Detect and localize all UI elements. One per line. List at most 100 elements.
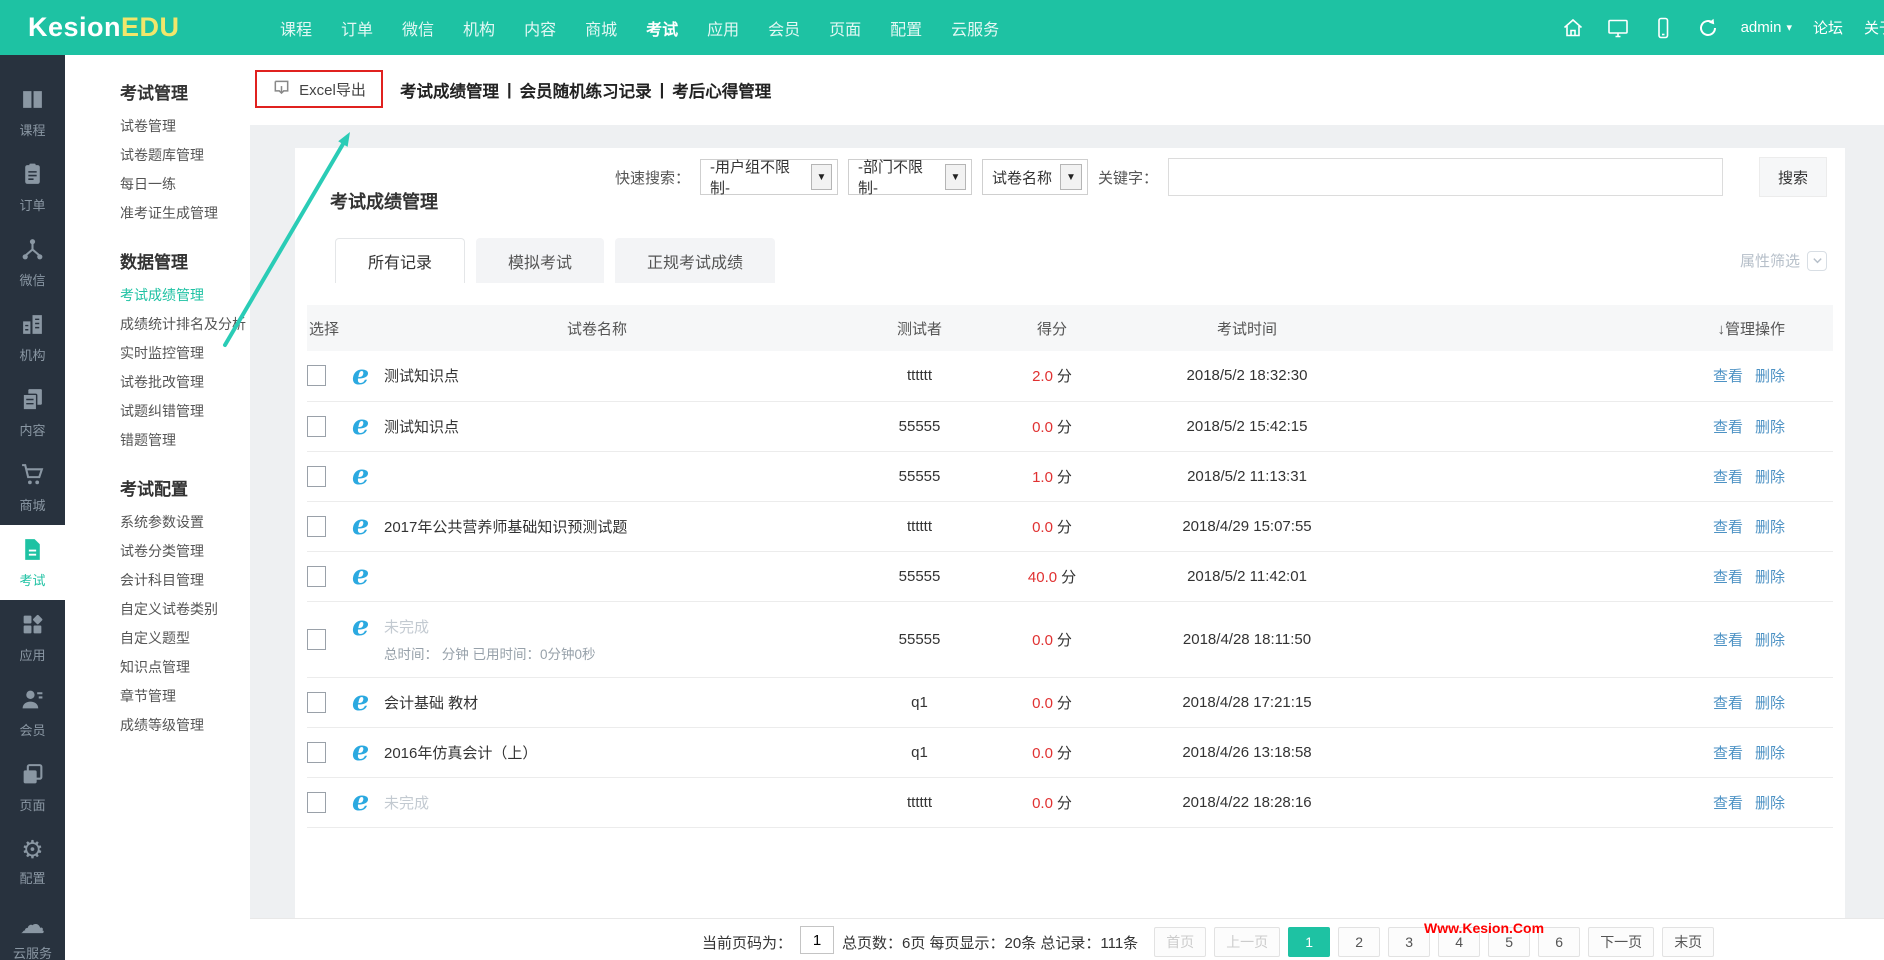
breadcrumb-random-practice[interactable]: 会员随机练习记录 [520, 78, 652, 102]
menu-item-knowledge-points[interactable]: 知识点管理 [65, 653, 250, 682]
delete-link[interactable]: 删除 [1755, 519, 1785, 536]
next-page-button[interactable]: 下一页 [1588, 927, 1655, 957]
admin-menu[interactable]: admin ▾ [1741, 19, 1792, 36]
refresh-icon[interactable] [1696, 16, 1720, 40]
row-checkbox[interactable] [307, 565, 326, 587]
paper-name[interactable]: 测试知识点 [384, 365, 459, 386]
row-checkbox[interactable] [307, 628, 326, 650]
sidebar-item-members[interactable]: 会员 [0, 675, 65, 750]
col-header-manage[interactable]: ↓管理操作 [1387, 305, 1833, 351]
row-checkbox[interactable] [307, 465, 326, 487]
view-link[interactable]: 查看 [1713, 419, 1743, 436]
view-link[interactable]: 查看 [1713, 469, 1743, 486]
view-link[interactable]: 查看 [1713, 695, 1743, 712]
sidebar-item-orders[interactable]: 订单 [0, 150, 65, 225]
top-nav-mall[interactable]: 商城 [585, 16, 617, 40]
desktop-icon[interactable] [1606, 16, 1630, 40]
top-nav-apps[interactable]: 应用 [707, 16, 739, 40]
search-button[interactable]: 搜索 [1759, 157, 1827, 197]
top-nav-members[interactable]: 会员 [768, 16, 800, 40]
view-link[interactable]: 查看 [1713, 519, 1743, 536]
excel-export-button[interactable]: Excel导出 [272, 77, 366, 101]
paper-name[interactable]: 2016年仿真会计（上） [384, 742, 537, 763]
top-nav-org[interactable]: 机构 [463, 16, 495, 40]
page-button-2[interactable]: 2 [1338, 927, 1381, 957]
menu-item-realtime-monitor[interactable]: 实时监控管理 [65, 339, 250, 368]
row-checkbox[interactable] [307, 791, 326, 813]
view-link[interactable]: 查看 [1713, 795, 1743, 812]
tab-mock-exams[interactable]: 模拟考试 [476, 238, 605, 283]
top-nav-config[interactable]: 配置 [890, 16, 922, 40]
delete-link[interactable]: 删除 [1755, 419, 1785, 436]
view-link[interactable]: 查看 [1713, 632, 1743, 649]
tab-all-records[interactable]: 所有记录 [335, 238, 466, 283]
top-nav-content[interactable]: 内容 [524, 16, 556, 40]
last-page-button[interactable]: 末页 [1662, 927, 1715, 957]
delete-link[interactable]: 删除 [1755, 745, 1785, 762]
home-icon[interactable] [1561, 16, 1585, 40]
breadcrumb-exam-thoughts[interactable]: 考后心得管理 [672, 78, 771, 102]
menu-item-custom-question-type[interactable]: 自定义题型 [65, 624, 250, 653]
top-nav-orders[interactable]: 订单 [341, 16, 373, 40]
sidebar-item-pages[interactable]: 页面 [0, 750, 65, 825]
first-page-button[interactable]: 首页 [1154, 927, 1207, 957]
view-link[interactable]: 查看 [1713, 368, 1743, 385]
row-checkbox[interactable] [307, 691, 326, 713]
usergroup-select[interactable]: -用户组不限制- ▼ [699, 159, 838, 197]
menu-item-accounting-subjects[interactable]: 会计科目管理 [65, 566, 250, 595]
paper-name[interactable]: 未完成 [384, 792, 429, 813]
menu-item-question-bank[interactable]: 试卷题库管理 [65, 141, 250, 170]
sidebar-item-wechat[interactable]: 微信 [0, 225, 65, 300]
department-select[interactable]: -部门不限制- ▼ [847, 159, 972, 197]
prev-page-button[interactable]: 上一页 [1214, 927, 1281, 957]
row-checkbox[interactable] [307, 415, 326, 437]
row-checkbox[interactable] [307, 515, 326, 537]
menu-item-wrong-questions[interactable]: 错题管理 [65, 426, 250, 455]
top-nav-wechat[interactable]: 微信 [402, 16, 434, 40]
page-button-1[interactable]: 1 [1288, 927, 1331, 957]
attribute-filter[interactable]: 属性筛选 [1740, 250, 1827, 271]
sidebar-item-cloud[interactable]: ☁ 云服务 [0, 900, 65, 960]
menu-item-papers[interactable]: 试卷管理 [65, 112, 250, 141]
about-link[interactable]: 关于 [1864, 17, 1884, 38]
delete-link[interactable]: 删除 [1755, 569, 1785, 586]
delete-link[interactable]: 删除 [1755, 795, 1785, 812]
forum-link[interactable]: 论坛 [1813, 17, 1843, 38]
sidebar-item-apps[interactable]: 应用 [0, 600, 65, 675]
paper-name[interactable]: 会计基础 教材 [384, 692, 478, 713]
menu-item-error-correction[interactable]: 试题纠错管理 [65, 397, 250, 426]
menu-item-paper-grading[interactable]: 试卷批改管理 [65, 368, 250, 397]
tab-formal-exam-scores[interactable]: 正规考试成绩 [615, 238, 776, 283]
menu-item-chapters[interactable]: 章节管理 [65, 682, 250, 711]
menu-item-custom-paper-type[interactable]: 自定义试卷类别 [65, 595, 250, 624]
sidebar-item-org[interactable]: 机构 [0, 300, 65, 375]
mobile-icon[interactable] [1651, 16, 1675, 40]
keyword-input[interactable] [1168, 158, 1723, 196]
breadcrumb-exam-scores[interactable]: 考试成绩管理 [400, 78, 499, 102]
sidebar-item-content[interactable]: 内容 [0, 375, 65, 450]
delete-link[interactable]: 删除 [1755, 695, 1785, 712]
menu-item-grade-levels[interactable]: 成绩等级管理 [65, 711, 250, 740]
page-number-input[interactable] [800, 926, 835, 954]
delete-link[interactable]: 删除 [1755, 632, 1785, 649]
paper-name[interactable]: 测试知识点 [384, 416, 459, 437]
row-checkbox[interactable] [307, 741, 326, 763]
sidebar-item-config[interactable]: ⚙ 配置 [0, 825, 65, 900]
paper-name[interactable]: 2017年公共营养师基础知识预测试题 [384, 516, 627, 537]
view-link[interactable]: 查看 [1713, 569, 1743, 586]
menu-item-admission-ticket[interactable]: 准考证生成管理 [65, 199, 250, 228]
sidebar-item-courses[interactable]: 课程 [0, 75, 65, 150]
view-link[interactable]: 查看 [1713, 745, 1743, 762]
menu-item-paper-category[interactable]: 试卷分类管理 [65, 537, 250, 566]
menu-item-system-params[interactable]: 系统参数设置 [65, 508, 250, 537]
row-checkbox[interactable] [307, 365, 326, 387]
top-nav-pages[interactable]: 页面 [829, 16, 861, 40]
paper-name[interactable]: 未完成 [384, 616, 429, 637]
menu-item-score-ranking[interactable]: 成绩统计排名及分析 [65, 310, 250, 339]
page-button-6[interactable]: 6 [1538, 927, 1581, 957]
top-nav-courses[interactable]: 课程 [280, 16, 312, 40]
delete-link[interactable]: 删除 [1755, 368, 1785, 385]
menu-item-daily-practice[interactable]: 每日一练 [65, 170, 250, 199]
delete-link[interactable]: 删除 [1755, 469, 1785, 486]
top-nav-exam[interactable]: 考试 [646, 16, 678, 40]
